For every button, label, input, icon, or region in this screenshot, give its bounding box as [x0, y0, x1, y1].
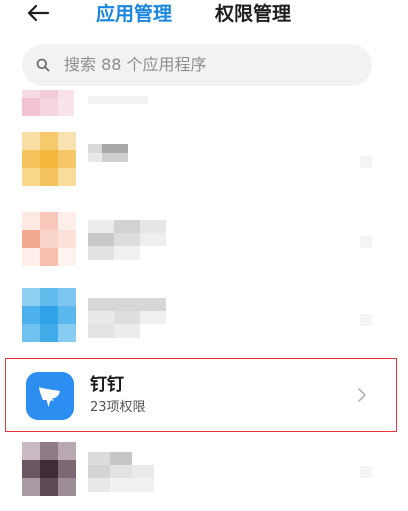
- blurred-app-text: [88, 298, 166, 338]
- chevron-right-icon: [358, 388, 366, 402]
- permission-count: 23项权限: [90, 400, 146, 415]
- blurred-app-icon: [22, 442, 76, 496]
- blurred-app-text: [88, 144, 128, 162]
- blurred-app-icon: [22, 288, 76, 342]
- back-button[interactable]: [24, 0, 54, 28]
- header: 应用管理 权限管理: [0, 0, 408, 34]
- blurred-app-text: [88, 452, 154, 492]
- app-row-dingtalk[interactable]: 钉钉 23项权限: [6, 359, 396, 431]
- search-input[interactable]: 搜索 88 个应用程序: [22, 44, 372, 86]
- blurred-app-text: [88, 96, 148, 104]
- blurred-chevron: [360, 236, 372, 248]
- search-placeholder: 搜索 88 个应用程序: [64, 55, 207, 74]
- blurred-chevron: [360, 466, 372, 478]
- tab-permission-management[interactable]: 权限管理: [215, 2, 291, 26]
- blurred-app-icon: [22, 212, 76, 266]
- blurred-app-icon: [22, 132, 76, 186]
- app-name: 钉钉: [90, 375, 124, 395]
- blurred-chevron: [360, 156, 372, 168]
- blurred-app-icon: [22, 90, 74, 116]
- blurred-chevron: [360, 314, 372, 326]
- dingtalk-icon: [26, 372, 74, 420]
- blurred-app-text: [88, 220, 166, 260]
- tab-app-management[interactable]: 应用管理: [96, 2, 172, 26]
- back-arrow-icon: [27, 4, 50, 22]
- search-icon: [36, 58, 50, 72]
